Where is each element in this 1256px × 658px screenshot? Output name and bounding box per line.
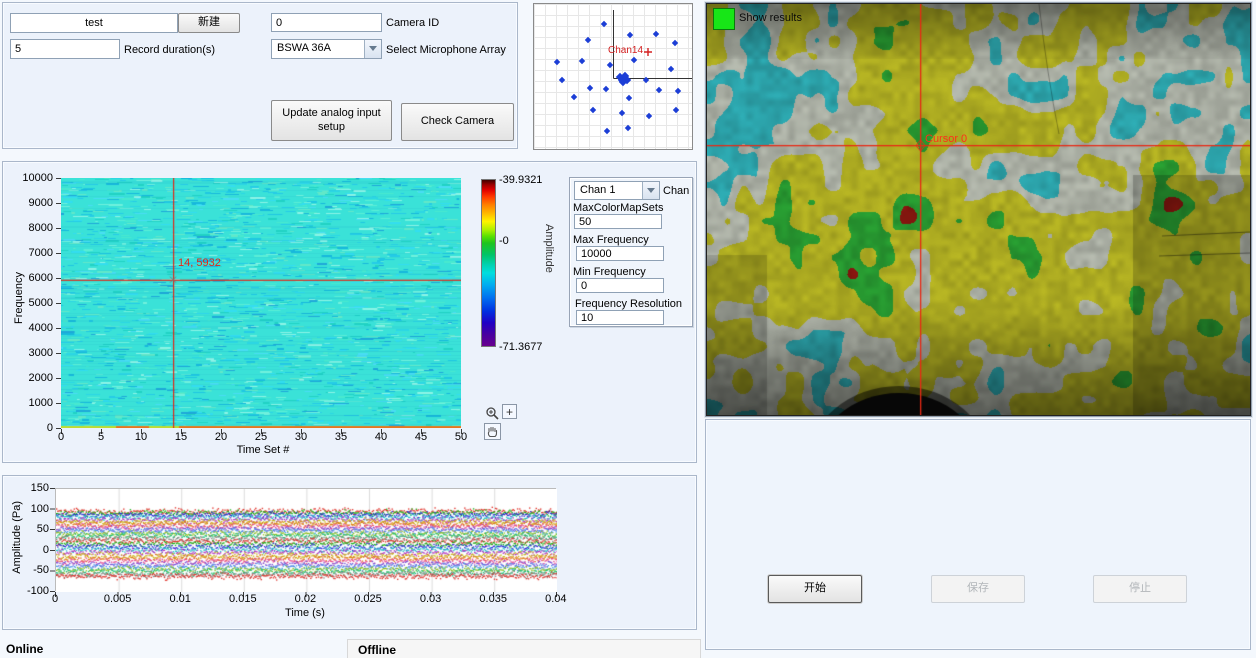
camera-cursor-label: Cursor 0 bbox=[925, 133, 967, 145]
update-analog-input-button[interactable]: Update analog input setup bbox=[271, 100, 392, 141]
result-panel: 开始 保存 停止 bbox=[705, 419, 1251, 650]
tick-label: 150 bbox=[7, 482, 49, 494]
app-window: { "setup": { "project": "test", "new_but… bbox=[0, 0, 1256, 658]
online-status-label: Online bbox=[6, 642, 43, 656]
tick-label: 0.025 bbox=[348, 593, 388, 605]
tick-label: 2000 bbox=[9, 372, 53, 384]
tick-label: 50 bbox=[449, 431, 473, 443]
tick-label: 1000 bbox=[9, 397, 53, 409]
cursor-tool-icon[interactable]: + bbox=[502, 404, 517, 419]
tick-label: 0.005 bbox=[98, 593, 138, 605]
tick-label: 0.035 bbox=[473, 593, 513, 605]
colorbar-min-label: -71.3677 bbox=[499, 341, 542, 353]
mic-cursor-label: Chan14 bbox=[608, 45, 643, 56]
tick-label: 6000 bbox=[9, 272, 53, 284]
tick-label: 50 bbox=[7, 523, 49, 535]
start-button[interactable]: 开始 bbox=[768, 575, 862, 603]
channel-select-value: Chan 1 bbox=[580, 184, 615, 196]
tick-label: 45 bbox=[409, 431, 433, 443]
tick-label: 10000 bbox=[9, 172, 53, 184]
tick-label: 8000 bbox=[9, 222, 53, 234]
colorbar-max-label: -39.9321 bbox=[499, 174, 542, 186]
record-duration-input[interactable] bbox=[10, 39, 120, 59]
mic-array-scatter bbox=[534, 4, 692, 149]
tick-label: 0 bbox=[9, 422, 53, 434]
tick-label: 0.03 bbox=[411, 593, 451, 605]
record-duration-label: Record duration(s) bbox=[124, 44, 215, 56]
waveform-panel: Amplitude (Pa) 150100500-50-100 00.0050.… bbox=[2, 475, 697, 630]
tick-label: 3000 bbox=[9, 347, 53, 359]
tick-label: 0 bbox=[35, 593, 75, 605]
tick-label: 40 bbox=[369, 431, 393, 443]
tick-label: 0.015 bbox=[223, 593, 263, 605]
min-frequency-input[interactable] bbox=[576, 278, 664, 293]
zoom-tool-icon[interactable] bbox=[484, 405, 500, 421]
chevron-down-icon[interactable] bbox=[642, 182, 659, 199]
spectrogram-panel: Frequency 100009000800070006000500040003… bbox=[2, 161, 697, 463]
tick-label: 10 bbox=[129, 431, 153, 443]
tick-label: -50 bbox=[7, 564, 49, 576]
chevron-down-icon[interactable] bbox=[364, 40, 381, 58]
min-frequency-label: Min Frequency bbox=[573, 266, 646, 278]
spectrogram-plot[interactable] bbox=[61, 178, 461, 428]
new-project-button[interactable]: 新建 bbox=[178, 13, 240, 33]
tick-label: 100 bbox=[7, 503, 49, 515]
waveform-plot[interactable] bbox=[55, 488, 556, 591]
project-name-input[interactable] bbox=[10, 13, 178, 33]
offline-status-label: Offline bbox=[358, 643, 396, 657]
max-frequency-input[interactable] bbox=[576, 246, 664, 261]
show-results-label: Show results bbox=[739, 12, 802, 24]
spectrogram-cursor-readout: 14, 5932 bbox=[178, 257, 221, 269]
mic-array-label: Select Microphone Array bbox=[386, 44, 506, 56]
tick-label: 0.04 bbox=[536, 593, 576, 605]
tick-label: 0.02 bbox=[285, 593, 325, 605]
tick-label: 20 bbox=[209, 431, 233, 443]
tick-label: 0.01 bbox=[160, 593, 200, 605]
check-camera-button[interactable]: Check Camera bbox=[401, 103, 514, 141]
maxcolormapsets-label: MaxColorMapSets bbox=[573, 202, 663, 214]
amplitude-colorbar bbox=[481, 179, 496, 347]
waveform-xlabel: Time (s) bbox=[225, 607, 385, 619]
channel-select-label: Chan bbox=[663, 185, 689, 197]
camera-id-label: Camera ID bbox=[386, 17, 439, 29]
frequency-resolution-label: Frequency Resolution bbox=[575, 298, 682, 310]
colorbar-axis-label: Amplitude bbox=[543, 224, 555, 273]
max-frequency-label: Max Frequency bbox=[573, 234, 649, 246]
tick-label: 5000 bbox=[9, 297, 53, 309]
show-results-checkbox[interactable] bbox=[713, 8, 735, 30]
mic-array-select[interactable]: BSWA 36A bbox=[271, 39, 382, 59]
tick-label: 5 bbox=[89, 431, 113, 443]
mic-array-plot: Chan14 bbox=[533, 3, 693, 150]
frequency-resolution-input[interactable] bbox=[576, 310, 664, 325]
colorbar-mid-label: -0 bbox=[499, 235, 509, 247]
channel-select[interactable]: Chan 1 bbox=[574, 181, 660, 200]
camera-id-input[interactable] bbox=[271, 13, 382, 32]
tick-label: 7000 bbox=[9, 247, 53, 259]
tick-label: 15 bbox=[169, 431, 193, 443]
save-button[interactable]: 保存 bbox=[931, 575, 1025, 603]
tick-label: 25 bbox=[249, 431, 273, 443]
tick-label: 4000 bbox=[9, 322, 53, 334]
mic-array-value: BSWA 36A bbox=[277, 42, 331, 54]
stop-button[interactable]: 停止 bbox=[1093, 575, 1187, 603]
tick-label: 30 bbox=[289, 431, 313, 443]
tick-label: 9000 bbox=[9, 197, 53, 209]
camera-view[interactable]: Show results Cursor 0 bbox=[705, 2, 1252, 417]
spectrogram-xlabel: Time Set # bbox=[183, 444, 343, 456]
analysis-controls-panel: Chan 1 Chan MaxColorMapSets Max Frequenc… bbox=[569, 177, 693, 327]
maxcolormapsets-input[interactable] bbox=[574, 214, 662, 229]
pan-tool-icon[interactable] bbox=[484, 423, 501, 440]
tick-label: 35 bbox=[329, 431, 353, 443]
tick-label: 0 bbox=[7, 544, 49, 556]
setup-panel: 新建 Record duration(s) Camera ID BSWA 36A… bbox=[2, 2, 518, 149]
tick-label: 0 bbox=[49, 431, 73, 443]
offline-status-strip: Offline bbox=[347, 639, 701, 658]
